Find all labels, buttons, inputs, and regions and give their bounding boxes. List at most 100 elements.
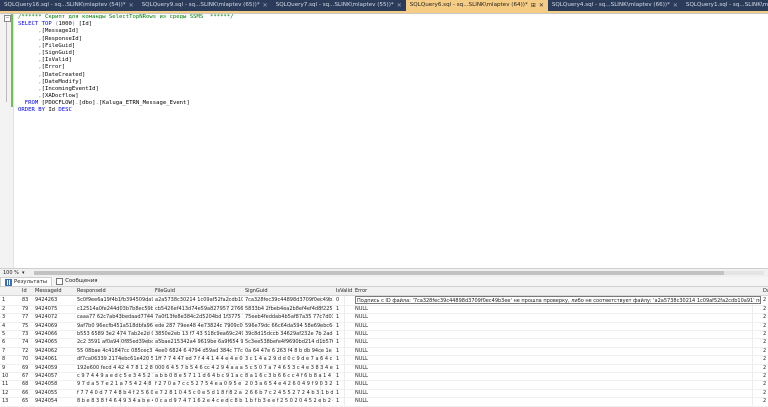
table-cell[interactable]: 1 — [336, 305, 353, 313]
table-cell[interactable]: 72 — [22, 347, 34, 355]
table-cell[interactable]: 1 — [336, 364, 353, 372]
row-number[interactable]: 3 — [2, 313, 20, 321]
table-cell[interactable]: 1 — [336, 322, 353, 330]
document-tab[interactable]: SQLQuery9.sql - sq...SLINK\mlaptev (65))… — [138, 0, 272, 11]
pin-icon[interactable]: ⊞ — [531, 0, 536, 11]
table-cell[interactable]: 1 b f b 3 e e f 2 5 0 2 0 4 5 2 e b 2 e … — [245, 397, 333, 405]
table-cell[interactable]: 79 — [22, 305, 34, 313]
column-header[interactable]: FileGuid — [155, 287, 243, 295]
table-cell[interactable]: 2 — [763, 313, 768, 321]
table-cell[interactable]: 70 — [22, 355, 34, 363]
table-cell[interactable]: 68 — [22, 380, 34, 388]
table-cell[interactable]: ede 287 79ee48 4e73824c 7909c0f57f0e — [155, 322, 243, 330]
table-cell[interactable]: 9 7 d a 5 7 e 2 1 a 7 5 4 2 4 8 a 6 e 8 … — [77, 380, 153, 388]
table-cell[interactable]: 1ff 7 7 4 47 ed 7 f 4 4 1 4 4 e 4 e 0 6 … — [155, 355, 243, 363]
row-number[interactable]: 13 — [2, 397, 20, 405]
column-header[interactable]: SignGuid — [245, 287, 333, 295]
table-cell[interactable]: NULL — [355, 313, 761, 321]
table-cell[interactable]: 5c0f9ee6a19f4b1fb394509da97176a3 — [77, 296, 153, 304]
table-cell[interactable]: 7ca328fec39c44898d3709f0ec49b3ee — [245, 296, 333, 304]
table-cell[interactable]: 1 — [336, 347, 353, 355]
close-icon[interactable]: ✕ — [263, 0, 268, 11]
table-cell[interactable]: 8 a 1 6 c 3 b 6 6 c c 4 f 6 b 8 a 1 4 3 … — [245, 372, 333, 380]
table-cell[interactable]: 2 — [763, 355, 768, 363]
table-cell[interactable]: 7a0f13fe8e384c2d5204bd 1f3775 7b03f8 — [155, 313, 243, 321]
table-cell[interactable]: 5833b4 2fbeb4ea2b8ef4ef4d8f22567 — [245, 305, 333, 313]
table-cell[interactable]: 8 b e 8 3 8 f 4 6 4 9 3 4 a b e 4 6 c 4 … — [77, 397, 153, 405]
table-cell[interactable]: 77 — [22, 313, 34, 321]
table-cell[interactable]: a b b 0 8 e 5 7 1 1 d 6 4 b c 9 1 a c e … — [155, 372, 243, 380]
table-cell[interactable]: 1 — [336, 313, 353, 321]
table-cell[interactable]: 2 — [763, 305, 768, 313]
document-tab[interactable]: SQLQuery7.sql - sq...SLINK\mlaptev (55))… — [272, 0, 406, 11]
table-cell[interactable]: 2 — [763, 322, 768, 330]
table-cell[interactable]: 9424055 — [35, 389, 75, 397]
table-cell[interactable]: cb5426ef413d74e59a827957 2766f386e — [155, 305, 243, 313]
table-cell[interactable]: 65 — [22, 397, 34, 405]
row-number[interactable]: 2 — [2, 305, 20, 313]
close-icon[interactable]: ✕ — [539, 0, 544, 11]
row-number[interactable]: 8 — [2, 355, 20, 363]
table-cell[interactable]: 2 — [763, 296, 768, 304]
column-header[interactable]: Id — [22, 287, 34, 295]
table-cell[interactable]: 9424057 — [35, 372, 75, 380]
row-number[interactable]: 10 — [2, 372, 20, 380]
document-tab[interactable]: SQLQuery6.sql - sq...SLINK\mlaptev (64))… — [405, 0, 548, 11]
table-cell[interactable]: 1 — [336, 355, 353, 363]
table-cell[interactable]: 4ee0 6824 6 4794 d59ad 384c 77c 34 762f … — [155, 347, 243, 355]
row-number[interactable]: 1 — [2, 296, 20, 304]
table-cell[interactable]: NULL — [355, 380, 761, 388]
close-icon[interactable]: ✕ — [397, 0, 402, 11]
row-number[interactable]: 11 — [2, 380, 20, 388]
column-header[interactable]: MessageId — [35, 287, 75, 295]
table-cell[interactable]: NULL — [355, 338, 761, 346]
column-header[interactable]: DateCreated — [763, 287, 768, 295]
table-cell[interactable]: 2 — [763, 389, 768, 397]
table-cell[interactable]: 1 — [336, 372, 353, 380]
table-cell[interactable]: 69 — [22, 364, 34, 372]
table-cell[interactable]: 9424058 — [35, 380, 75, 388]
table-cell[interactable]: 67 — [22, 372, 34, 380]
table-cell[interactable]: c 9 7 4 4 9 a e d c 5 e 3 4 5 2 1 9 b 8 … — [77, 372, 153, 380]
scrollbar-thumb[interactable] — [34, 271, 724, 275]
table-cell[interactable]: c12514a0fe244d03b7b8ec59b88cea23 — [77, 305, 153, 313]
collapse-toggle-icon[interactable]: − — [4, 15, 11, 22]
row-number[interactable]: 6 — [2, 338, 20, 346]
results-tab[interactable]: Сообщения — [52, 277, 101, 286]
sql-code[interactable]: /****** Скрипт для команды SelectTopNRow… — [18, 14, 234, 115]
table-cell[interactable]: 9424066 — [35, 330, 75, 338]
results-tab[interactable]: Результаты — [0, 277, 53, 286]
table-cell[interactable]: 55 08bae 4c41847cc 085cec333e 9f5afe — [77, 347, 153, 355]
zoom-level[interactable]: 100 % — [3, 269, 19, 277]
table-cell[interactable]: 73 — [22, 330, 34, 338]
table-cell[interactable]: 74 — [22, 338, 34, 346]
table-cell[interactable]: 2 — [763, 338, 768, 346]
table-cell[interactable]: 39c8d15dccb 34629af232e 7b 2ad 245d7 — [245, 330, 333, 338]
close-icon[interactable]: ✕ — [673, 0, 678, 11]
table-cell[interactable]: 2 6 6 b 7 c 2 4 5 5 2 7 2 4 b 3 1 b d 4 … — [245, 389, 333, 397]
table-cell[interactable]: a5bae215342a4 9619be 6a9f654 915efe — [155, 338, 243, 346]
row-number[interactable]: 9 — [2, 364, 20, 372]
table-cell[interactable]: NULL — [355, 347, 761, 355]
zoom-dropdown-icon[interactable]: ▾ — [22, 269, 25, 277]
table-cell[interactable]: 66 — [22, 389, 34, 397]
table-cell[interactable]: 9424065 — [35, 338, 75, 346]
table-cell[interactable]: 3850e2eb 13 f7 43 518c9ea69c249b 5779 5b — [155, 330, 243, 338]
table-cell[interactable]: 0 c a d 9 7 4 7 1 6 2 e 4 c e d c 8 b 4 … — [155, 397, 243, 405]
table-cell[interactable]: NULL — [355, 389, 761, 397]
document-tab[interactable]: SQLQuery1.sql - sq...SLINK\mlaptev (78))… — [682, 0, 768, 11]
table-cell[interactable]: 3 c 1 4 a 2 9 d d 0 c 9 d e 7 a 6 4 c 1 … — [245, 355, 333, 363]
table-cell[interactable]: 000 6 4 5 7 b 5 4 6 cc 4 2 9 4 a a a a a… — [155, 364, 243, 372]
table-cell[interactable]: 0a 64 47e 6 263 f4 8 b db 94ce 1e 6 dbe … — [245, 347, 333, 355]
horizontal-scrollbar[interactable] — [34, 271, 764, 275]
table-cell[interactable]: 9af7b0 96ecfb451a518dbfa9665e46f — [77, 322, 153, 330]
table-cell[interactable]: df7ca06339 2174ebc61e420 56786 7 08b — [77, 355, 153, 363]
table-cell[interactable]: NULL — [355, 397, 761, 405]
table-cell[interactable]: caaa77 62c7ab43bedaad7744813 0f8f5 — [77, 313, 153, 321]
row-number[interactable]: 7 — [2, 347, 20, 355]
table-cell[interactable]: 5c3ee538befe4f9690bd214 d1b57615f — [245, 338, 333, 346]
table-row[interactable]: 13 65 9424054 8 b e 8 3 8 f 4 6 4 9 3 4 a b… — [0, 397, 768, 407]
table-cell[interactable]: 5 c 5 0 7 a 7 4 6 5 3 c 4 e 3 8 3 4 e f … — [245, 364, 333, 372]
table-cell[interactable]: 192e600 fecd 4 42 4 7 8 1 2 8 a 6 9 0 3 … — [77, 364, 153, 372]
column-header[interactable]: ResponseId — [77, 287, 153, 295]
